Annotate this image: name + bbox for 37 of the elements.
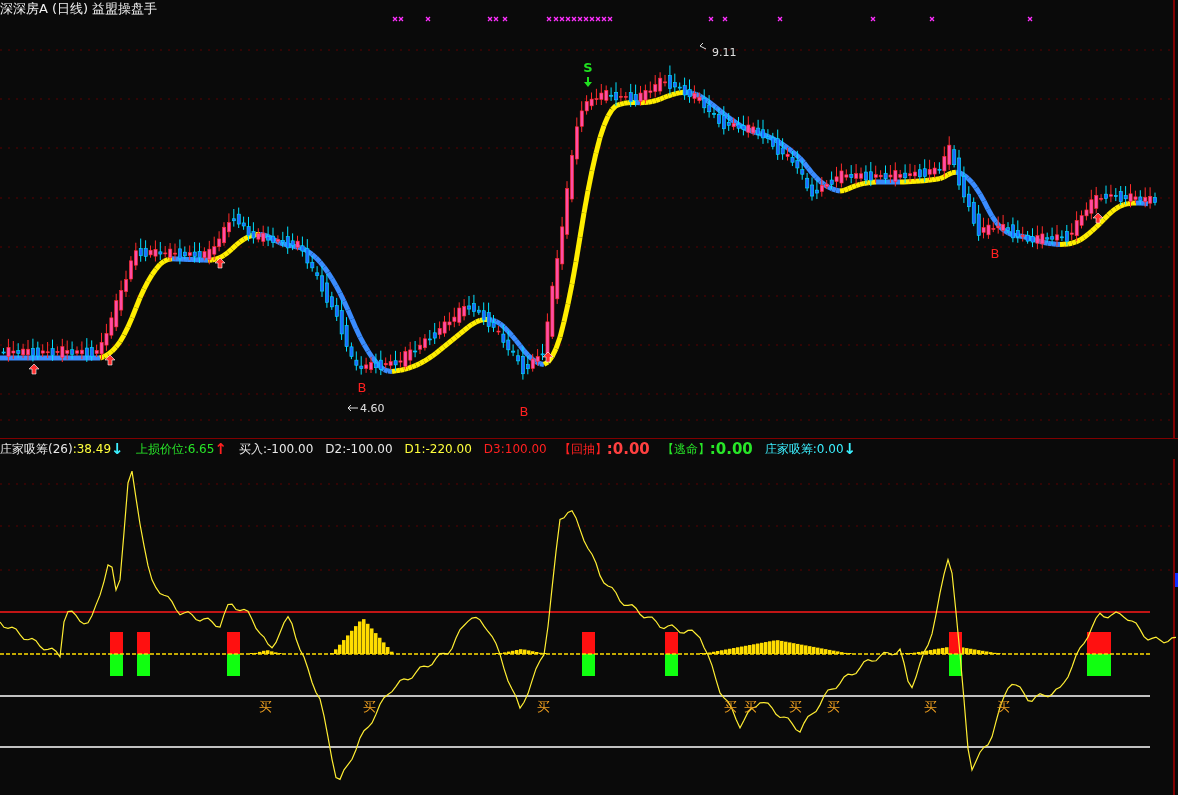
indicator-readout: D1:-220.00 xyxy=(404,441,472,457)
indicator-readout: ↑ xyxy=(214,441,227,457)
up-arrow-icon xyxy=(542,351,554,363)
chart-title: 深深房A (日线) 益盟操盘手 xyxy=(0,0,158,18)
up-arrow-icon xyxy=(214,257,226,269)
leader-line xyxy=(347,404,359,412)
leader-line xyxy=(699,42,707,50)
indicator-readout: 上损价位:6.65 xyxy=(135,441,215,457)
buy-signal-label: B xyxy=(357,380,367,395)
low-price-label: 4.60 xyxy=(360,402,385,415)
up-arrow-icon xyxy=(104,354,116,366)
indicator-readout: 【逃命】 xyxy=(661,441,710,457)
indicator-readout: :0.00 xyxy=(709,441,753,457)
indicator-readout: 庄家吸筹(26) xyxy=(0,441,73,457)
buy-label: 买 xyxy=(536,699,550,714)
buy-label: 买 xyxy=(923,699,937,714)
up-arrow-icon xyxy=(1092,212,1104,224)
buy-label: 买 xyxy=(362,699,376,714)
indicator-readout: ↓ xyxy=(843,441,857,457)
indicator-readout: :0.00 xyxy=(606,441,650,457)
up-arrow-icon xyxy=(28,363,40,375)
buy-signal-label: B xyxy=(519,404,529,419)
sell-signal-label: S xyxy=(583,60,593,75)
value-tag-marker xyxy=(1175,573,1178,587)
indicator-readout: D2:-100.00 xyxy=(325,441,393,457)
buy-label: 买 xyxy=(826,699,840,714)
high-price-label: 9.11 xyxy=(712,46,737,59)
buy-label: 买 xyxy=(788,699,802,714)
indicator-readout: 【回抽】 xyxy=(558,441,607,457)
down-arrow-icon xyxy=(584,77,592,87)
buy-signal-label: B xyxy=(990,246,1000,261)
indicator-readout: :38.49 xyxy=(72,441,112,457)
indicator-readout: 买入:-100.00 xyxy=(238,441,314,457)
indicator-readout: 庄家吸筹:0.00 xyxy=(764,441,844,457)
indicator-readout: ↓ xyxy=(111,441,124,457)
buy-label: 买 xyxy=(258,699,272,714)
indicator-readout: D3:100.00 xyxy=(483,441,547,457)
